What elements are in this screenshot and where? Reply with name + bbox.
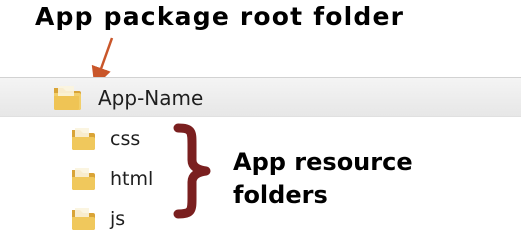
curly-brace-icon: [173, 123, 211, 219]
root-folder-label: App-Name: [98, 86, 204, 110]
folder-icon: [72, 168, 95, 190]
screenshot-canvas: App package root folder App-Name css htm…: [0, 0, 521, 243]
folder-icon: [72, 128, 95, 150]
tree-row-css[interactable]: css: [0, 123, 180, 157]
resource-folders-callout: App resource folders: [233, 146, 413, 212]
folder-label-html: html: [110, 168, 154, 190]
folder-label-css: css: [110, 128, 141, 150]
tree-row-html[interactable]: html: [0, 163, 180, 197]
tree-row-root[interactable]: App-Name: [0, 77, 521, 117]
folder-icon: [54, 86, 81, 110]
folder-label-js: js: [110, 208, 126, 230]
resource-callout-line-1: App resource: [233, 148, 413, 176]
tree-row-js[interactable]: js: [0, 203, 180, 237]
resource-callout-line-2: folders: [233, 181, 328, 210]
folder-icon: [72, 208, 95, 230]
